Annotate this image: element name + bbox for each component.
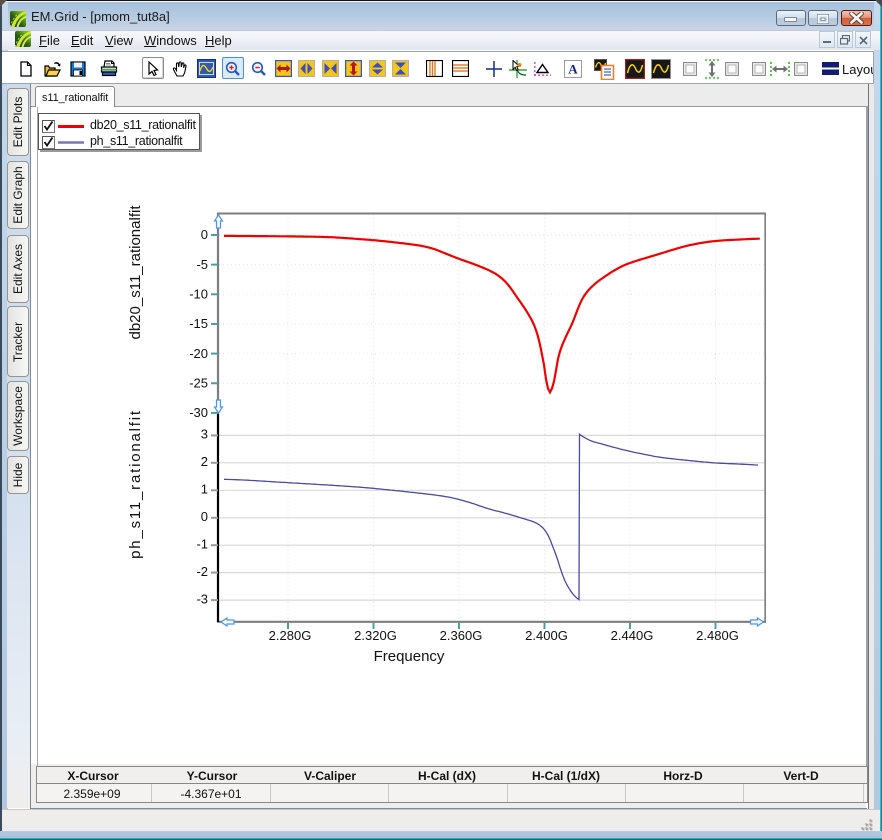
svg-text:-5: -5: [196, 257, 208, 272]
svg-text:2.360G: 2.360G: [440, 628, 483, 643]
svg-text:3: 3: [201, 427, 208, 442]
svg-text:2.440G: 2.440G: [611, 628, 654, 643]
svg-text:2.400G: 2.400G: [525, 628, 568, 643]
svg-text:2.320G: 2.320G: [354, 628, 397, 643]
svg-text:1: 1: [201, 482, 208, 497]
svg-text:-10: -10: [189, 287, 208, 302]
svg-text:0: 0: [201, 509, 208, 524]
svg-text:Frequency: Frequency: [374, 648, 445, 665]
svg-text:-2: -2: [196, 564, 208, 579]
svg-text:-30: -30: [189, 405, 208, 420]
svg-text:-15: -15: [189, 316, 208, 331]
svg-text:0: 0: [201, 227, 208, 242]
svg-text:2.480G: 2.480G: [696, 628, 739, 643]
svg-text:-1: -1: [196, 536, 208, 551]
svg-text:db20_s11_rationalfit: db20_s11_rationalfit: [127, 205, 144, 340]
svg-text:2: 2: [201, 454, 208, 469]
svg-text:2.280G: 2.280G: [269, 628, 312, 643]
svg-text:ph_s11_rationalfit: ph_s11_rationalfit: [127, 409, 144, 559]
svg-text:-25: -25: [189, 375, 208, 390]
svg-text:-3: -3: [196, 591, 208, 606]
svg-text:-20: -20: [189, 346, 208, 361]
